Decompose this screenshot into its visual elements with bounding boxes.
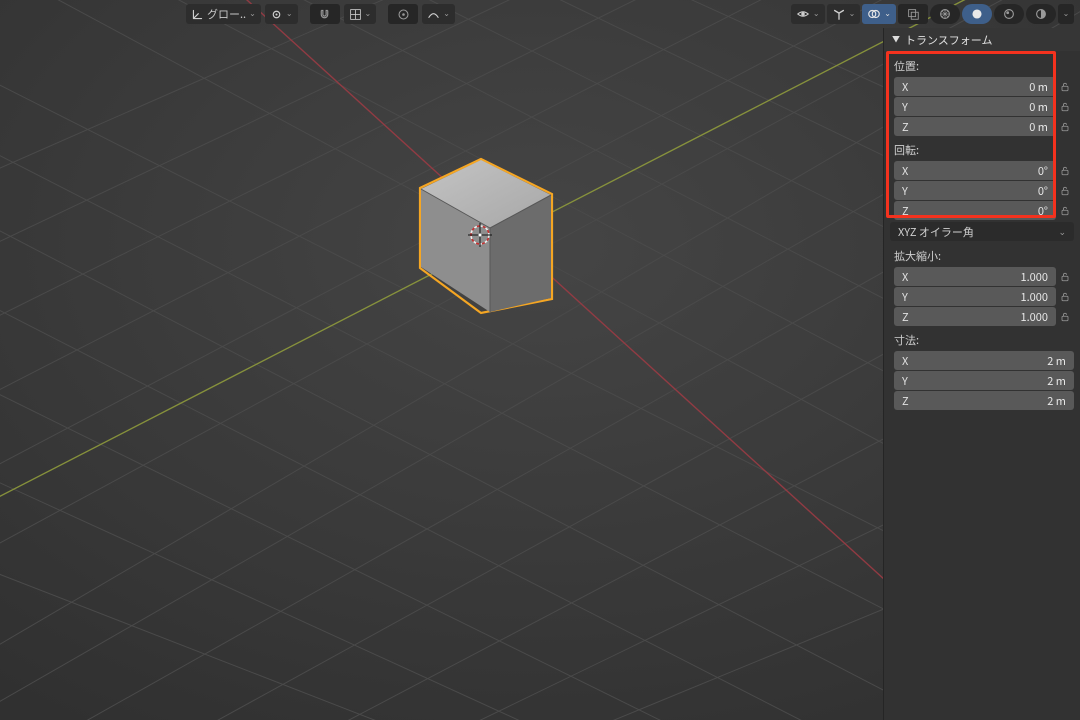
chevron-down-icon: ⌄ [1058, 225, 1066, 238]
xray-toggle[interactable] [898, 4, 928, 24]
scale-y-field[interactable]: Y1.000 [894, 287, 1056, 306]
shading-options[interactable]: ⌄ [1058, 4, 1074, 24]
rotation-mode-dropdown[interactable]: XYZ オイラー角 ⌄ [890, 222, 1074, 241]
dim-z-field[interactable]: Z2 m [894, 391, 1074, 410]
lock-scale-z[interactable] [1056, 311, 1074, 323]
orientation-label: グロー.. [207, 4, 246, 24]
rotation-x-field[interactable]: X0° [894, 161, 1056, 180]
transform-orientation[interactable]: グロー.. ⌄ [186, 4, 261, 24]
location-x-field[interactable]: X0 m [894, 77, 1056, 96]
lock-rotation-y[interactable] [1056, 185, 1074, 197]
snap-type[interactable]: ⌄ [344, 4, 377, 24]
header-toolbar-left: グロー.. ⌄ ⌄ ⌄ ⌄ [186, 4, 455, 24]
lock-location-z[interactable] [1056, 121, 1074, 133]
dim-y-field[interactable]: Y2 m [894, 371, 1074, 390]
section-label-scale: 拡大縮小: [884, 243, 1080, 267]
overlays-toggle[interactable]: ⌄ [862, 4, 896, 24]
rotation-y-field[interactable]: Y0° [894, 181, 1056, 200]
visibility-dropdown[interactable]: ⌄ [791, 4, 825, 24]
chevron-down-icon: ⌄ [1063, 4, 1070, 24]
header-toolbar-right: ⌄ ⌄ ⌄ ⌄ [791, 4, 1074, 24]
lock-scale-x[interactable] [1056, 271, 1074, 283]
chevron-down-icon: ⌄ [884, 4, 891, 24]
snap-toggle[interactable] [310, 4, 340, 24]
lock-rotation-z[interactable] [1056, 205, 1074, 217]
section-label-location: 位置: [884, 53, 1080, 77]
location-z-field[interactable]: Z0 m [894, 117, 1056, 136]
rotation-z-field[interactable]: Z0° [894, 201, 1056, 220]
chevron-down-icon: ⌄ [249, 4, 256, 24]
shading-wireframe[interactable] [930, 4, 960, 24]
pivot-point[interactable]: ⌄ [265, 4, 298, 24]
lock-location-y[interactable] [1056, 101, 1074, 113]
disclosure-triangle-icon: ▼ [892, 34, 900, 45]
location-y-field[interactable]: Y0 m [894, 97, 1056, 116]
chevron-down-icon: ⌄ [365, 4, 372, 24]
lock-rotation-x[interactable] [1056, 165, 1074, 177]
proportional-falloff[interactable]: ⌄ [422, 4, 455, 24]
scale-z-field[interactable]: Z1.000 [894, 307, 1056, 326]
chevron-down-icon: ⌄ [813, 4, 820, 24]
section-label-dimensions: 寸法: [884, 327, 1080, 351]
rotation-mode-value: XYZ オイラー角 [898, 224, 974, 240]
proportional-edit-toggle[interactable] [388, 4, 418, 24]
chevron-down-icon: ⌄ [849, 4, 856, 24]
lock-scale-y[interactable] [1056, 291, 1074, 303]
panel-header-transform[interactable]: ▼ トランスフォーム [884, 28, 1080, 51]
shading-rendered[interactable] [1026, 4, 1056, 24]
chevron-down-icon: ⌄ [443, 4, 450, 24]
panel-title: トランスフォーム [905, 32, 992, 48]
dim-x-field[interactable]: X2 m [894, 351, 1074, 370]
n-panel: ▼ トランスフォーム 位置: X0 m Y0 m Z0 m 回転: X0° Y0… [883, 28, 1080, 720]
gizmo-toggle[interactable]: ⌄ [827, 4, 861, 24]
shading-solid[interactable] [962, 4, 992, 24]
shading-material[interactable] [994, 4, 1024, 24]
lock-location-x[interactable] [1056, 81, 1074, 93]
chevron-down-icon: ⌄ [286, 4, 293, 24]
scale-x-field[interactable]: X1.000 [894, 267, 1056, 286]
section-label-rotation: 回転: [884, 137, 1080, 161]
